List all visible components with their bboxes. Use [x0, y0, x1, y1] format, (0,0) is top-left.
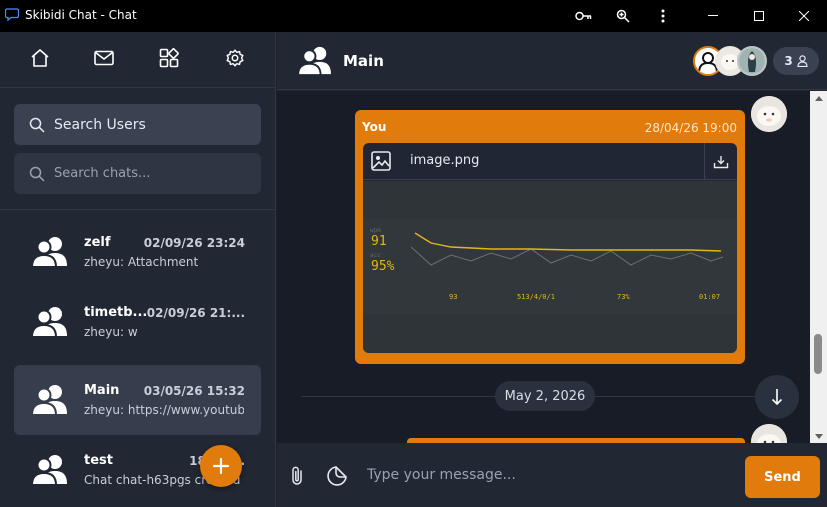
key-icon[interactable] [572, 4, 596, 28]
chat-last-message: zheyu: Attachment [84, 255, 199, 269]
plus-icon [212, 457, 230, 475]
date-divider-line [595, 396, 755, 397]
sidebar: Search Users Search chats... zelf 02/09/… [0, 32, 276, 507]
message-composer: Send [277, 443, 827, 507]
send-button[interactable]: Send [745, 456, 820, 498]
member-avatar[interactable] [737, 46, 767, 76]
member-count: 3 [784, 54, 793, 68]
chat-list-item[interactable]: timetb... 02/09/26 21:... zheyu: w [14, 287, 261, 357]
message-sender: You [362, 120, 387, 134]
image-preview: wpm 91 acc 95% 93 513/4/0/1 73% 01:07 [363, 181, 737, 353]
chat-last-message: zheyu: w [84, 325, 138, 339]
list-divider [0, 209, 276, 210]
chat-name: test [84, 453, 113, 468]
sticker-button[interactable] [325, 464, 349, 488]
image-attachment[interactable]: image.png wpm 91 acc 95% 93 513/4/0/1 73… [363, 143, 737, 353]
chat-bubble-icon [5, 8, 19, 21]
home-icon[interactable] [28, 46, 52, 70]
chat-list-item-active[interactable]: Main 03/05/26 15:32 zheyu: https://www.y… [14, 365, 261, 435]
chat-header: Main 3 [277, 32, 827, 90]
scrollbar[interactable] [810, 91, 827, 443]
date-divider-line [301, 396, 495, 397]
date-separator: May 2, 2026 [495, 381, 595, 411]
close-icon[interactable] [781, 0, 827, 32]
group-avatar-icon [31, 455, 67, 485]
chat-time: 03/05/26 15:32 [143, 384, 245, 398]
preview-graph [411, 232, 723, 266]
scrollbar-thumb[interactable] [814, 334, 822, 374]
attachment-filename: image.png [410, 153, 480, 168]
group-avatar-icon [31, 385, 67, 415]
download-button[interactable] [704, 143, 737, 180]
minimize-icon[interactable] [690, 0, 736, 32]
search-chats-placeholder: Search chats... [54, 166, 151, 181]
group-avatar-icon [31, 237, 67, 267]
download-icon [713, 155, 729, 168]
preview-acc-value: 95% [371, 259, 395, 274]
chat-time: 02/09/26 21:... [146, 306, 245, 320]
preview-stat: 73% [617, 293, 630, 301]
message-bubble: You 28/04/26 19:00 image.png wpm 91 acc … [355, 110, 745, 364]
preview-wpm-value: 91 [371, 234, 387, 249]
sticker-icon [327, 466, 347, 486]
chat-name: Main [84, 383, 120, 398]
preview-stat: 01:07 [699, 293, 721, 301]
scroll-down-arrow[interactable] [810, 429, 827, 443]
preview-wpm-label: wpm [370, 227, 381, 234]
preview-stat: 93 [449, 293, 458, 301]
user-icon [797, 55, 808, 67]
message-timestamp: 28/04/26 19:00 [644, 121, 737, 135]
chat-list-item[interactable]: zelf 02/09/26 23:24 zheyu: Attachment [14, 217, 261, 287]
scroll-up-arrow[interactable] [810, 91, 827, 105]
title-bar: Skibidi Chat - Chat [0, 0, 827, 32]
group-avatar-icon [31, 307, 67, 337]
search-users-button[interactable]: Search Users [14, 104, 261, 145]
sender-avatar[interactable] [751, 96, 787, 132]
chat-name: zelf [84, 235, 111, 250]
paperclip-icon [292, 466, 302, 485]
window-title: Skibidi Chat - Chat [25, 8, 137, 22]
message-input[interactable] [367, 457, 727, 493]
message-list[interactable]: You 28/04/26 19:00 image.png wpm 91 acc … [277, 91, 827, 443]
chat-title: Main [343, 52, 384, 70]
member-count-button[interactable]: 3 [773, 47, 819, 75]
search-icon [29, 166, 45, 182]
zoom-icon[interactable] [611, 4, 635, 28]
sender-avatar[interactable] [751, 424, 787, 443]
attach-button[interactable] [285, 464, 309, 488]
maximize-icon[interactable] [736, 0, 782, 32]
chat-pane: Main 3 You 28/04/26 19:00 image.png wpm … [277, 32, 827, 507]
image-icon [371, 151, 391, 171]
chat-time: 02/09/26 23:24 [143, 236, 245, 250]
search-users-label: Search Users [54, 116, 146, 133]
nav-divider [0, 87, 276, 88]
apps-grid-icon[interactable] [157, 46, 181, 70]
settings-gear-icon[interactable] [223, 46, 247, 70]
search-chats-input[interactable]: Search chats... [14, 153, 261, 194]
search-icon [29, 117, 45, 133]
group-icon [297, 46, 331, 75]
chat-name: timetb... [84, 305, 148, 320]
chat-last-message: zheyu: https://www.youtube.c [84, 403, 244, 417]
mail-icon[interactable] [92, 46, 116, 70]
new-chat-button[interactable] [200, 445, 242, 487]
attachment-header: image.png [363, 143, 737, 180]
preview-acc-label: acc [370, 252, 381, 259]
preview-stat: 513/4/0/1 [517, 293, 555, 301]
more-vertical-icon[interactable] [651, 4, 675, 28]
arrow-down-icon [771, 389, 783, 406]
scroll-to-bottom-button[interactable] [755, 375, 799, 419]
